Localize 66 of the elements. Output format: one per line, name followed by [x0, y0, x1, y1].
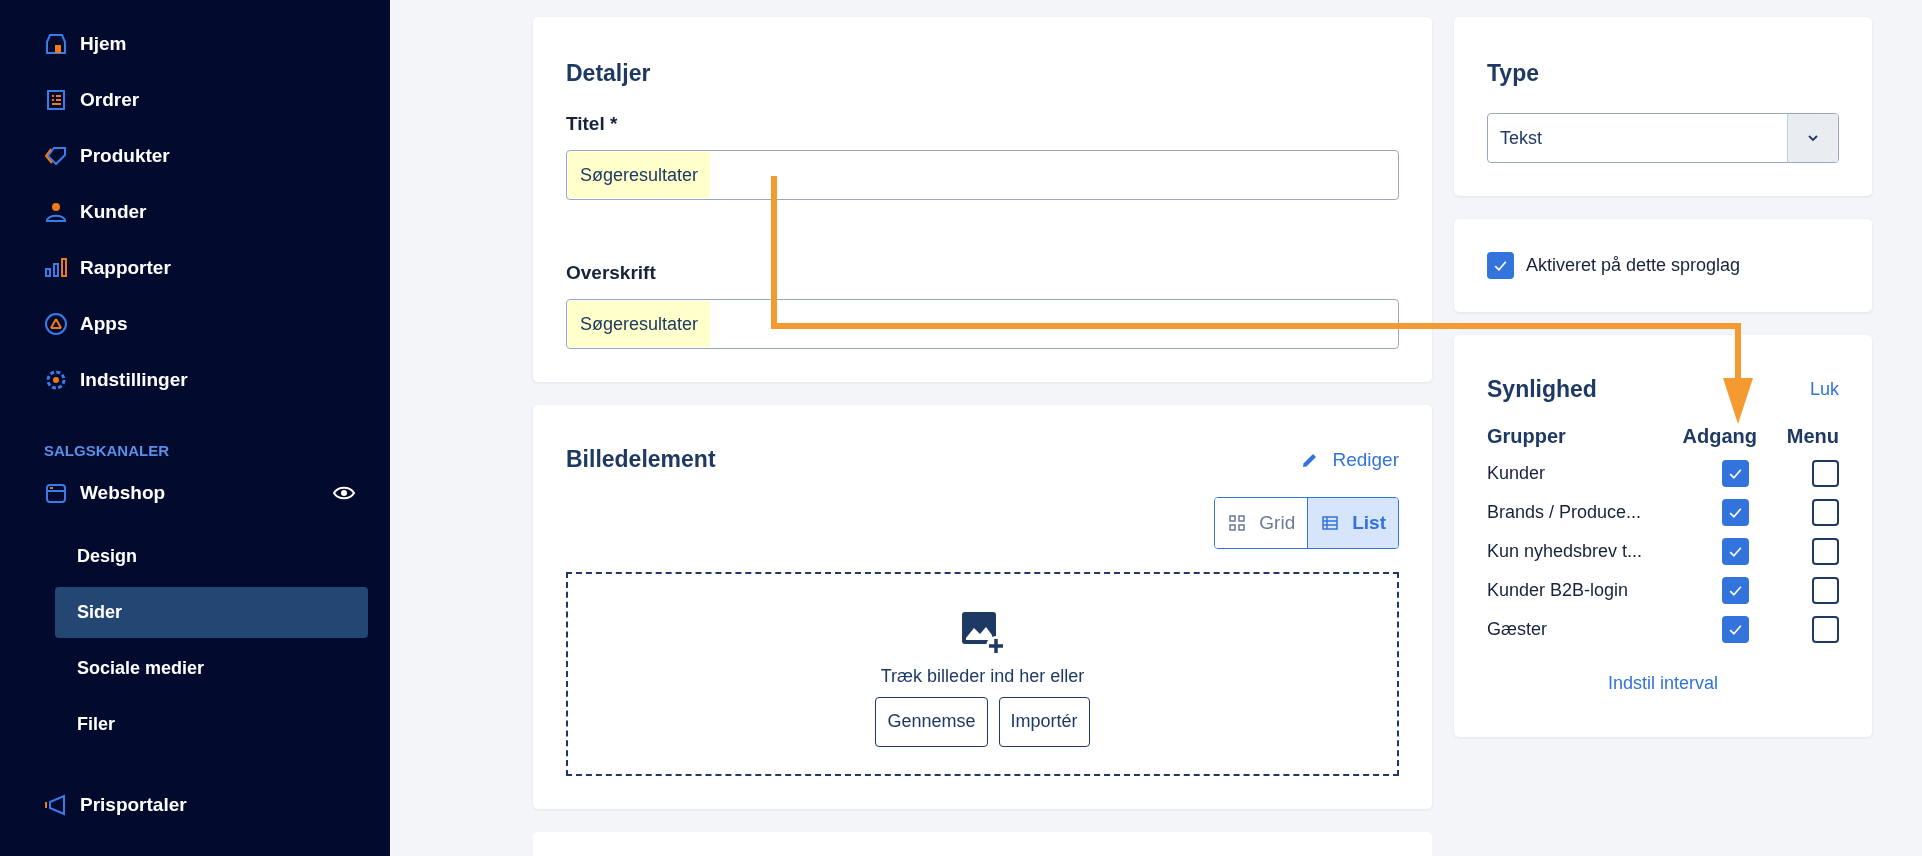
field-value: Søgeresultater: [568, 152, 711, 198]
nav-item[interactable]: Produkter: [0, 128, 390, 184]
tag-icon: [44, 144, 68, 168]
menu-checkbox[interactable]: [1812, 616, 1839, 643]
nav-item[interactable]: Kunder: [0, 184, 390, 240]
card-title: Detaljer: [566, 60, 652, 87]
sub-nav-item[interactable]: Design: [55, 531, 368, 582]
edit-link[interactable]: Rediger: [1300, 448, 1399, 471]
sub-nav-item[interactable]: Sider: [55, 587, 368, 638]
bar-chart-icon: [44, 256, 68, 280]
nav-item[interactable]: Indstillinger: [0, 352, 390, 408]
interval-link[interactable]: Indstil interval: [1607, 673, 1719, 694]
group-name: Kun nyhedsbrev t...: [1487, 541, 1644, 562]
column-header: Grupper: [1487, 425, 1567, 448]
menu-checkbox[interactable]: [1812, 577, 1839, 604]
card-title: Billedelement: [566, 446, 716, 473]
apps-icon: [44, 312, 68, 336]
dropzone-button[interactable]: Gennemse: [875, 696, 988, 747]
megaphone-icon: [44, 793, 68, 817]
group-name: Gæster: [1487, 619, 1548, 640]
nav-item[interactable]: Ordrer: [0, 72, 390, 128]
add-image-icon: [959, 609, 1006, 656]
settings-icon: [44, 368, 68, 392]
checkbox-label: Aktiveret på dette sproglag: [1526, 255, 1741, 276]
access-checkbox[interactable]: [1722, 616, 1749, 643]
dropzone-text: Træk billeder ind her eller: [880, 665, 1085, 687]
access-checkbox[interactable]: [1722, 577, 1749, 604]
menu-checkbox[interactable]: [1812, 538, 1839, 565]
grid-icon: [1229, 515, 1246, 531]
column-header: Adgang: [1681, 425, 1757, 448]
access-checkbox[interactable]: [1722, 460, 1749, 487]
text-field[interactable]: Søgeresultater: [566, 299, 1399, 349]
list-icon: [1322, 515, 1339, 531]
field-label: Titel *: [566, 113, 619, 135]
nav-item[interactable]: Hjem: [0, 16, 390, 72]
card-title: Type: [1487, 60, 1540, 87]
person-icon: [44, 200, 68, 224]
menu-checkbox[interactable]: [1812, 499, 1839, 526]
field-label: Overskrift: [566, 262, 657, 284]
field-value: Søgeresultater: [568, 301, 711, 347]
sub-nav-item[interactable]: Sociale medier: [55, 643, 368, 694]
house-icon: [44, 32, 68, 56]
nav-item[interactable]: Apps: [0, 296, 390, 352]
text-field[interactable]: Søgeresultater: [566, 150, 1399, 200]
section-title: SALGSKANALER: [43, 441, 170, 461]
receipt-icon: [44, 88, 68, 112]
access-checkbox[interactable]: [1722, 538, 1749, 565]
card-title: Synlighed: [1487, 376, 1597, 403]
menu-checkbox[interactable]: [1812, 460, 1839, 487]
column-header: Menu: [1785, 425, 1839, 448]
type-select[interactable]: Tekst: [1487, 113, 1839, 163]
store-icon: [44, 481, 68, 505]
view-toggle-option[interactable]: List: [1307, 498, 1398, 548]
caret-icon: [1807, 134, 1819, 142]
channel-label[interactable]: Webshop: [80, 482, 320, 504]
nav-item[interactable]: Rapporter: [0, 240, 390, 296]
image-dropzone[interactable]: Træk billeder ind her eller Gennemse Importér: [566, 572, 1399, 776]
dropzone-button[interactable]: Importér: [998, 696, 1090, 747]
nav-item[interactable]: Prisportaler: [0, 777, 390, 833]
access-checkbox[interactable]: [1722, 499, 1749, 526]
group-name: Kunder B2B-login: [1487, 580, 1630, 601]
close-link[interactable]: Luk: [1809, 379, 1839, 400]
checkbox[interactable]: [1487, 252, 1514, 279]
group-name: Kunder: [1487, 463, 1547, 484]
group-name: Brands / Produce...: [1487, 502, 1643, 523]
sub-nav-item[interactable]: Filer: [55, 699, 368, 750]
